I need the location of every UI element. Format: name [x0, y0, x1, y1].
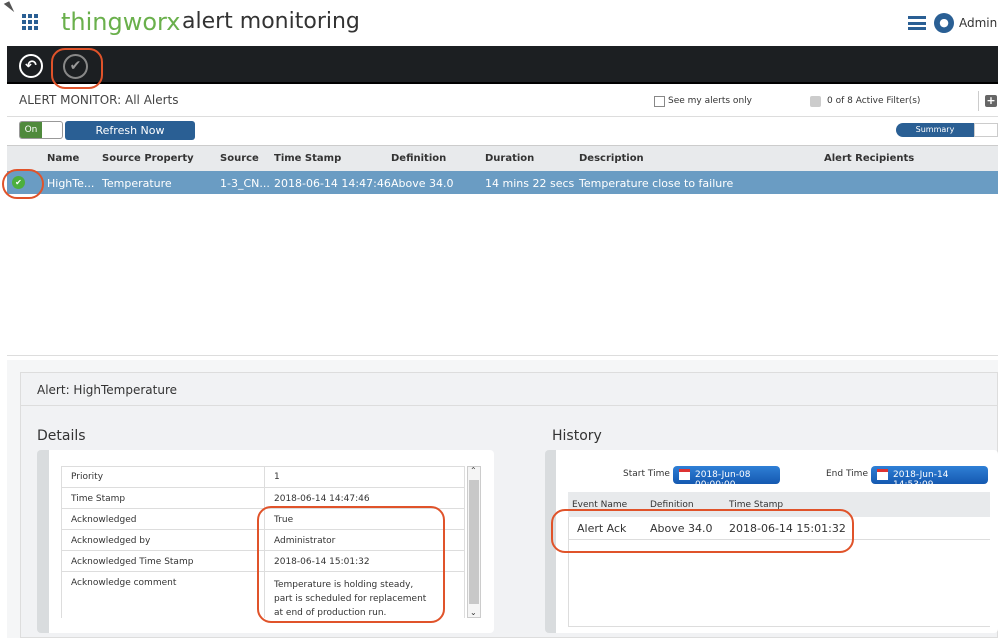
detail-label: Acknowledged by — [71, 536, 151, 546]
cell-description: Temperature close to failure — [579, 177, 734, 190]
col-name[interactable]: Name — [47, 153, 79, 164]
highlight-row-check — [2, 169, 44, 199]
col-alert-recipients[interactable]: Alert Recipients — [824, 153, 914, 164]
col-time-stamp[interactable]: Time Stamp — [274, 153, 341, 164]
start-time-label: Start Time — [623, 469, 670, 479]
add-filter-icon[interactable]: + — [985, 95, 997, 107]
toggle-label: On — [20, 122, 42, 138]
refresh-now-button[interactable]: Refresh Now — [65, 121, 195, 140]
cell-source-property: Temperature — [102, 177, 172, 190]
cell-name: HighTe... — [47, 177, 95, 190]
highlight-history-row — [551, 509, 854, 553]
auto-refresh-toggle[interactable]: On — [19, 121, 63, 139]
detail-label: Acknowledged Time Stamp — [71, 557, 194, 567]
divider — [978, 91, 979, 111]
calendar-icon — [877, 469, 888, 480]
col-definition[interactable]: Definition — [391, 153, 446, 164]
details-title: Details — [37, 428, 86, 444]
toolbar — [7, 46, 998, 84]
scroll-down-icon[interactable]: ⌄ — [470, 608, 477, 617]
scroll-thumb[interactable] — [469, 480, 479, 604]
cell-time-stamp: 2018-06-14 14:47:46 — [274, 177, 391, 190]
end-time-label: End Time — [826, 469, 868, 479]
col-source-property[interactable]: Source Property — [102, 153, 194, 164]
back-icon[interactable]: ↶ — [19, 54, 43, 78]
summary-tab[interactable]: Summary — [896, 123, 974, 137]
my-alerts-label: See my alerts only — [668, 96, 752, 106]
hamburger-menu-icon[interactable] — [908, 16, 926, 30]
calendar-icon — [679, 469, 690, 480]
col-duration[interactable]: Duration — [485, 153, 534, 164]
detail-label: Priority — [71, 472, 104, 482]
user-name[interactable]: Adminis — [959, 16, 998, 30]
cell-duration: 14 mins 22 secs — [485, 177, 575, 190]
detail-tab[interactable] — [974, 123, 998, 137]
col-description[interactable]: Description — [579, 153, 644, 164]
brand-logo: thingworx — [61, 8, 181, 36]
cell-source: 1-3_CN... — [220, 177, 270, 190]
app-title: alert monitoring — [182, 9, 360, 34]
scroll-up-icon[interactable]: ⌃ — [470, 466, 477, 475]
detail-label: Acknowledge comment — [71, 578, 177, 588]
alert-title: Alert: HighTemperature — [37, 383, 178, 397]
highlight-acknowledgement — [257, 506, 445, 623]
detail-value: 2018-06-14 14:47:46 — [274, 494, 370, 504]
active-filters[interactable]: 0 of 8 Active Filter(s) — [827, 96, 920, 106]
highlight-acknowledge — [51, 48, 103, 89]
end-time-picker[interactable]: 2018-Jun-14 14:53:09 — [871, 466, 988, 490]
history-title: History — [552, 428, 602, 444]
detail-row: Priority 1 — [61, 466, 465, 488]
divider — [21, 405, 998, 406]
cell-definition: Above 34.0 — [391, 177, 454, 190]
start-time-picker[interactable]: 2018-Jun-08 00:00:00 — [673, 466, 780, 490]
filter-dropdown-icon[interactable] — [810, 96, 821, 107]
col-source[interactable]: Source — [220, 153, 259, 164]
my-alerts-checkbox[interactable] — [654, 96, 665, 107]
detail-value: 1 — [274, 472, 280, 482]
detail-label: Acknowledged — [71, 515, 137, 525]
monitor-title: ALERT MONITOR: All Alerts — [19, 93, 179, 107]
divider — [7, 116, 998, 117]
details-scrollbar[interactable]: ⌃ ⌄ — [467, 466, 481, 618]
cursor-icon — [3, 1, 15, 15]
app-grid-icon[interactable] — [22, 14, 38, 30]
divider — [7, 355, 998, 356]
detail-label: Time Stamp — [71, 494, 126, 504]
notification-bell-icon[interactable]: ● — [934, 13, 954, 33]
